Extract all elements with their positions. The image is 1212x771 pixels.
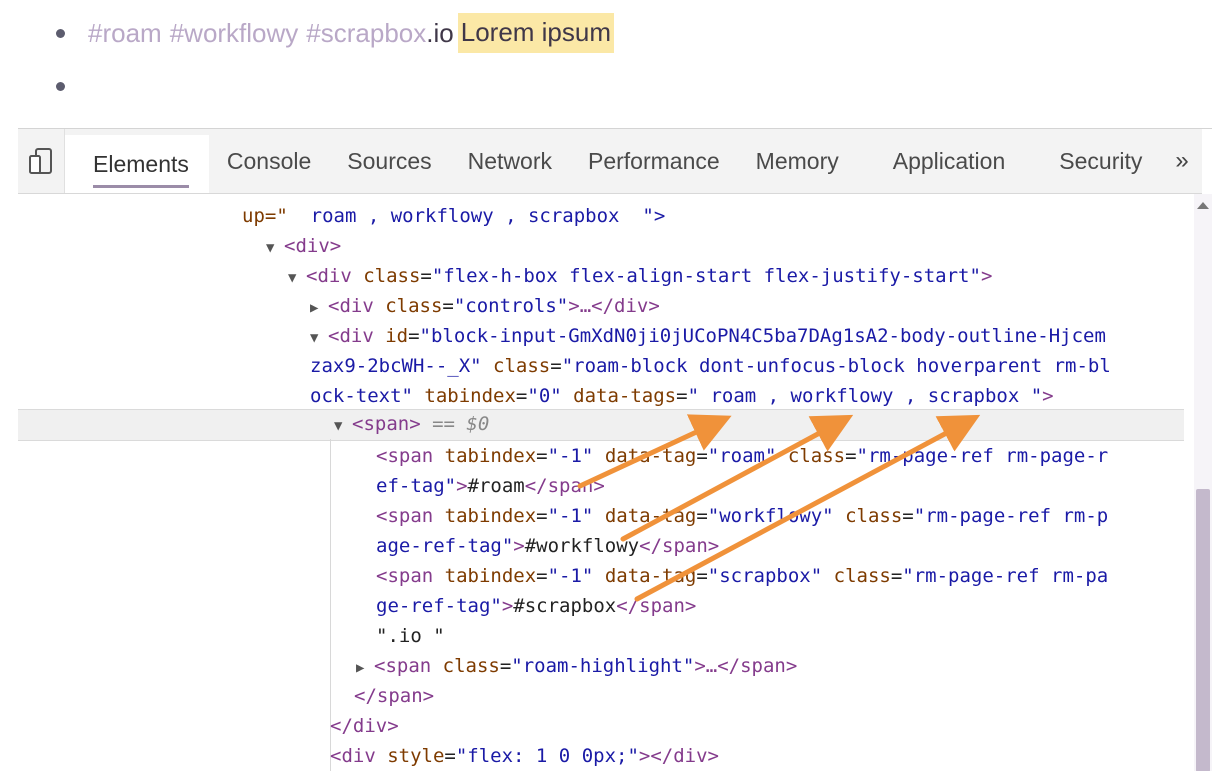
dom-line[interactable]: ef-tag">#roam</span> [376,471,605,501]
dom-line[interactable]: ▶ <span class="roam-highlight">…</span> [356,651,797,681]
dom-line[interactable]: </span> [354,681,434,711]
tab-performance[interactable]: Performance [570,129,738,193]
scroll-up-icon[interactable] [1197,202,1209,209]
vertical-scrollbar[interactable] [1194,194,1212,771]
tab-console[interactable]: Console [209,129,329,193]
tab-security[interactable]: Security [1023,129,1160,193]
dom-line[interactable]: <span tabindex="-1" data-tag="roam" clas… [376,441,1108,471]
elements-tree: up=" roam , workflowy , scrapbox "> ▼ <di… [18,194,1184,771]
highlight-text: Lorem ipsum [457,13,615,53]
tab-network[interactable]: Network [450,129,570,193]
dom-line[interactable]: up=" roam , workflowy , scrapbox "> [242,201,665,231]
scroll-thumb[interactable] [1196,489,1210,771]
dom-text-node[interactable]: ".io " [376,621,445,651]
block-2[interactable] [56,66,88,106]
dom-line[interactable]: age-ref-tag">#workflowy</span> [376,531,719,561]
tag-roam[interactable]: #roam [88,18,162,49]
devtools-panel: Elements Console Sources Network Perform… [18,128,1212,771]
tag-workflowy[interactable]: #workflowy [170,18,299,49]
text-io: .io [426,17,454,48]
tag-scrapbox[interactable]: #scrapbox [306,18,426,49]
block-1[interactable]: #roam #workflowy #scrapbox .io Lorem ips… [56,13,615,53]
dom-line[interactable]: ge-ref-tag">#scrapbox</span> [376,591,696,621]
dom-line[interactable]: ▼ <div> [266,231,341,261]
tab-memory[interactable]: Memory [738,129,857,193]
dom-line[interactable]: </div> [330,711,399,741]
expanded-triangle-icon[interactable]: ▼ [266,233,284,263]
expanded-triangle-icon[interactable]: ▼ [288,263,306,293]
dom-line[interactable]: zax9-2bcWH--_X" class="roam-block dont-u… [310,351,1111,381]
dom-line[interactable]: ock-text" tabindex="0" data-tags=" roam … [310,381,1054,411]
device-toolbar-icon[interactable] [18,129,65,193]
dom-line[interactable]: ▼ <div id="block-input-GmXdN0ji0jUCoPN4C5… [310,321,1106,351]
devtools-tabbar: Elements Console Sources Network Perform… [18,129,1202,194]
page: #roam #workflowy #scrapbox .io Lorem ips… [0,0,1212,771]
bullet-dot-icon[interactable] [56,81,65,91]
roam-outline: #roam #workflowy #scrapbox .io Lorem ips… [0,0,1212,128]
bullet-dot-icon[interactable] [56,28,65,38]
dom-line[interactable]: ▼ <div class="flex-h-box flex-align-start… [288,261,992,291]
tab-application[interactable]: Application [857,129,1024,193]
tab-sources[interactable]: Sources [329,129,449,193]
collapsed-triangle-icon[interactable]: ▶ [356,653,374,683]
more-tabs-icon[interactable]: » [1162,129,1202,193]
dom-line[interactable]: <span tabindex="-1" data-tag="scrapbox" … [376,561,1108,591]
expanded-triangle-icon[interactable]: ▼ [334,411,352,441]
dom-line[interactable]: <div style="flex: 1 0 0px;"></div> [330,741,719,771]
dom-line-selected[interactable]: ▼ <span> == $0 [334,409,489,439]
expanded-triangle-icon[interactable]: ▼ [310,323,328,353]
tab-elements[interactable]: Elements [65,135,209,193]
dom-line[interactable]: ▶ <div class="controls">…</div> [310,291,660,321]
selected-node-row[interactable] [18,409,1184,441]
collapsed-triangle-icon[interactable]: ▶ [310,293,328,323]
dom-line[interactable]: <span tabindex="-1" data-tag="workflowy"… [376,501,1108,531]
